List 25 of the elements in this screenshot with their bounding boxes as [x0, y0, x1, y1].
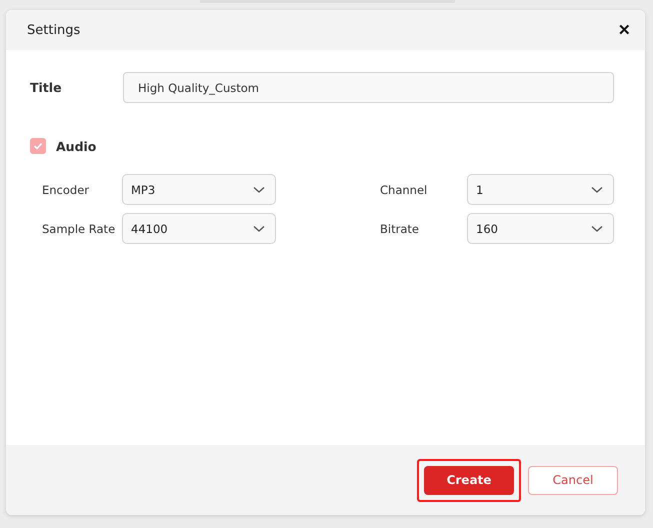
dialog-title: Settings [27, 22, 80, 38]
dropdown[interactable]: 44100 [122, 213, 276, 244]
cancel-button[interactable]: Cancel [528, 466, 618, 494]
dropdown[interactable]: MP3 [122, 174, 276, 205]
chevron-down-icon [591, 224, 603, 232]
audio-checkbox[interactable] [30, 138, 46, 154]
dropdown-value: 44100 [131, 222, 168, 236]
dropdown[interactable]: 160 [467, 213, 614, 244]
title-label: Title [30, 80, 63, 95]
dropdown[interactable]: 1 [467, 174, 614, 205]
create-button[interactable]: Create [424, 466, 514, 494]
chevron-down-icon [591, 186, 603, 194]
close-button[interactable]: ✕ [618, 21, 631, 39]
chevron-down-icon [253, 186, 265, 194]
audio-label: Audio [56, 138, 96, 154]
field-label: Sample Rate [42, 222, 116, 236]
field-label: Bitrate [380, 222, 420, 236]
dropdown-value: 160 [476, 222, 498, 236]
field-label: Encoder [42, 182, 90, 196]
check-icon [33, 141, 43, 151]
title-field[interactable]: High Quality_Custom [123, 72, 614, 103]
dropdown-value: MP3 [131, 182, 156, 196]
field-label: Channel [380, 182, 428, 196]
chevron-down-icon [253, 224, 265, 232]
dropdown-value: 1 [476, 182, 484, 196]
